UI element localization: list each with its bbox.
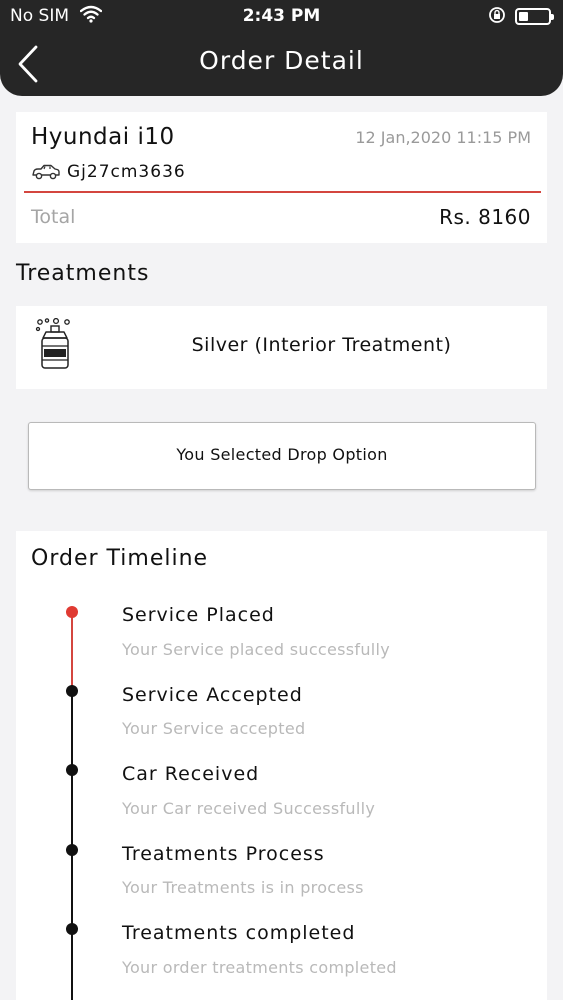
order-timeline-card: Order Timeline Service Placed Your Servi… [16, 531, 547, 1000]
timeline-progress-line [71, 613, 73, 690]
timeline-step-subtitle: Your Treatments is in process [122, 878, 364, 897]
car-name: Hyundai i10 [31, 124, 175, 150]
plate-number: Gj27cm3636 [67, 162, 186, 182]
plate-row: Gj27cm3636 [31, 161, 186, 183]
spray-bottle-icon [35, 318, 70, 369]
timeline-step-subtitle: Your order treatments completed [122, 958, 397, 977]
rotation-lock-icon [488, 6, 506, 29]
header-bar: No SIM 2:43 PM Order Detail [0, 0, 563, 96]
timeline-step-title: Service Accepted [122, 684, 303, 706]
timeline-dot-completed [66, 923, 78, 935]
timeline-title: Order Timeline [31, 546, 209, 571]
clock: 2:43 PM [242, 6, 321, 26]
timeline-dot-received [66, 764, 78, 776]
timeline-step-title: Treatments completed [122, 922, 356, 944]
treatments-heading: Treatments [16, 261, 150, 286]
status-bar: No SIM 2:43 PM [0, 0, 563, 32]
timeline-step-subtitle: Your Car received Successfully [122, 799, 376, 818]
car-icon [32, 164, 60, 180]
drop-option-text: You Selected Drop Option [176, 445, 388, 464]
timeline-dot-placed [66, 606, 78, 618]
divider [24, 191, 541, 193]
timeline-step-title: Service Placed [122, 604, 275, 626]
order-summary-card: Hyundai i10 12 Jan,2020 11:15 PM Gj27cm3… [16, 112, 547, 243]
total-value: Rs. 8160 [439, 205, 531, 229]
total-label: Total [31, 206, 76, 228]
treatment-item[interactable]: Silver (Interior Treatment) [16, 306, 547, 389]
page-title: Order Detail [199, 46, 364, 75]
treatment-name: Silver (Interior Treatment) [191, 334, 452, 356]
order-date: 12 Jan,2020 11:15 PM [355, 128, 531, 147]
drop-option-tooltip: You Selected Drop Option [28, 422, 536, 490]
timeline-dot-process [66, 844, 78, 856]
timeline-dot-accepted [66, 685, 78, 697]
battery-icon [515, 8, 554, 25]
timeline-step-title: Car Received [122, 763, 260, 785]
timeline-step-title: Treatments Process [122, 843, 325, 865]
timeline-step-subtitle: Your Service accepted [122, 719, 306, 738]
timeline-step-subtitle: Your Service placed successfully [122, 640, 391, 659]
